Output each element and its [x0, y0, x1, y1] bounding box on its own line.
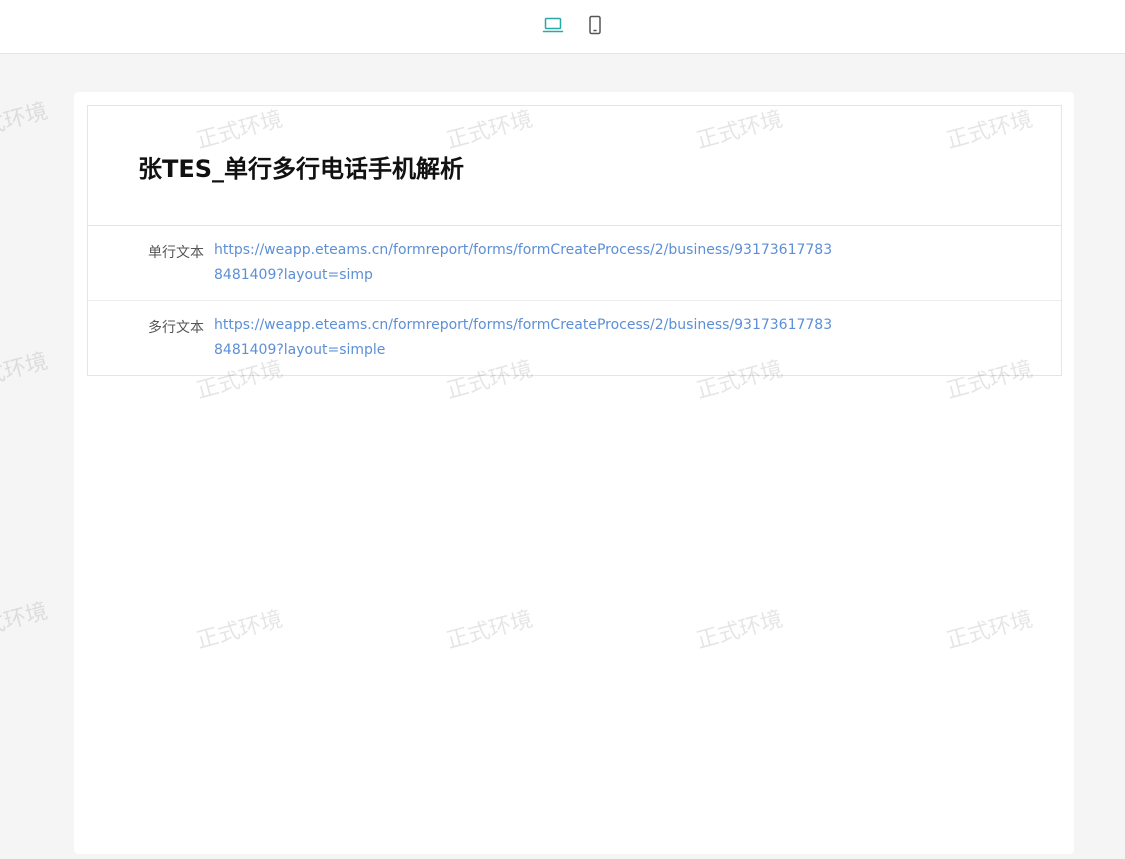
form-row-single-line: 单行文本 https://weapp.eteams.cn/formreport/…: [88, 226, 1061, 300]
laptop-icon[interactable]: [541, 13, 565, 37]
form-card: 张TES_单行多行电话手机解析 单行文本 https://weapp.eteam…: [74, 92, 1074, 854]
watermark-text: 正式环境: [0, 98, 51, 146]
watermark-text: 正式环境: [0, 348, 51, 396]
mobile-icon[interactable]: [583, 13, 607, 37]
multi-line-link[interactable]: https://weapp.eteams.cn/formreport/forms…: [214, 313, 834, 363]
form-title: 张TES_单行多行电话手机解析: [138, 155, 465, 183]
single-line-label: 单行文本: [148, 245, 204, 261]
form-container: 张TES_单行多行电话手机解析 单行文本 https://weapp.eteam…: [87, 105, 1062, 376]
watermark-text: 正式环境: [0, 598, 51, 646]
top-toolbar: [0, 0, 1125, 54]
form-row-multi-line: 多行文本 https://weapp.eteams.cn/formreport/…: [88, 300, 1061, 375]
form-header: 张TES_单行多行电话手机解析: [88, 106, 1061, 226]
single-line-link[interactable]: https://weapp.eteams.cn/formreport/forms…: [214, 238, 834, 288]
multi-line-label: 多行文本: [148, 320, 204, 336]
